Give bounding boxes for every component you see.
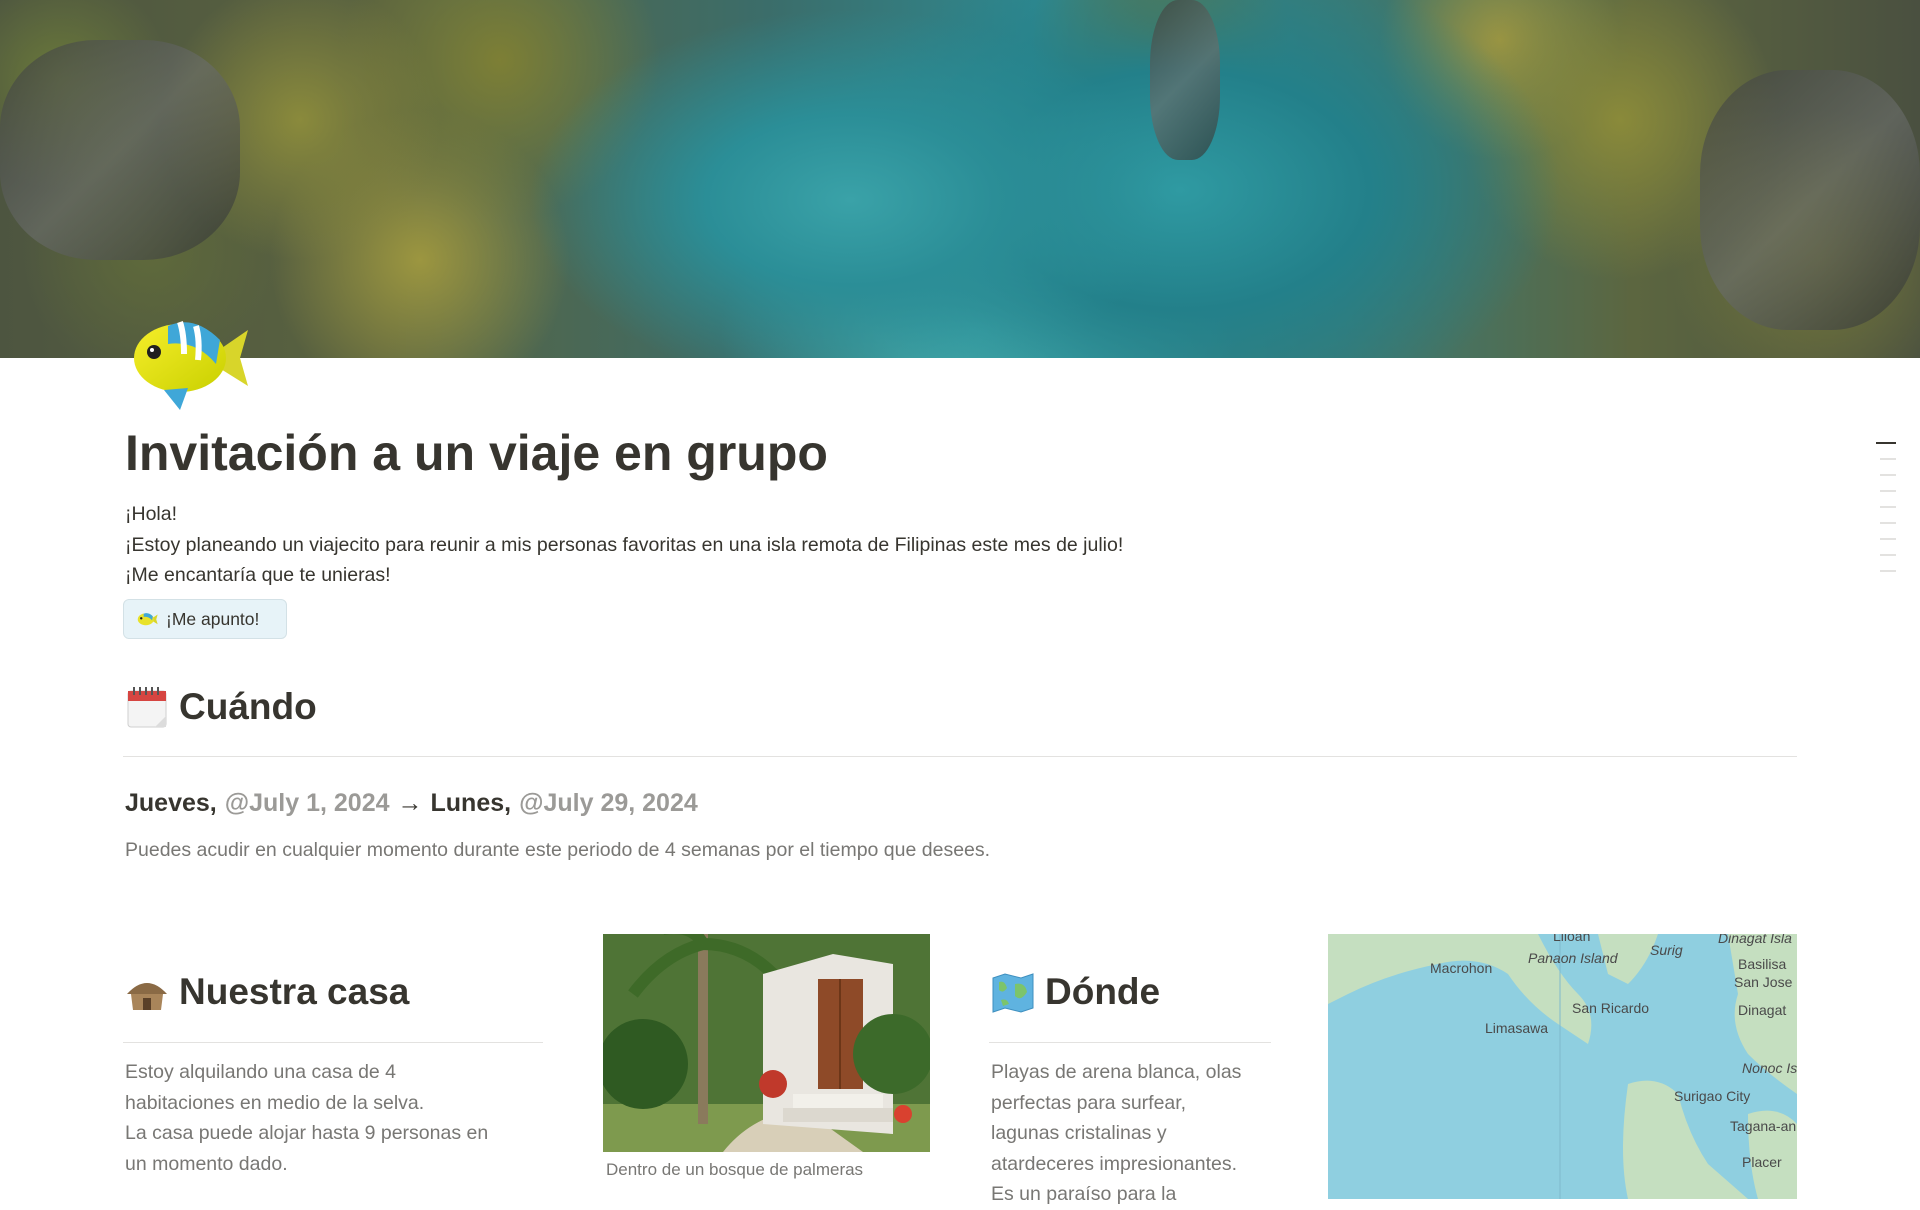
cover-rock: [1700, 70, 1920, 330]
intro-line: ¡Hola!: [125, 503, 178, 525]
when-heading-text: Cuándo: [179, 686, 317, 727]
house-text-line: La casa puede alojar hasta 9 personas en: [125, 1122, 489, 1144]
house-text: Estoy alquilando una casa de 4 habitacio…: [125, 1057, 488, 1179]
toc-item[interactable]: [1880, 490, 1896, 492]
map-label: Placer: [1742, 1154, 1782, 1170]
toc-item[interactable]: [1880, 506, 1896, 508]
where-heading-text: Dónde: [1045, 971, 1161, 1012]
where-text-line: lagunas cristalinas y: [991, 1122, 1167, 1144]
start-day: Jueves,: [125, 789, 217, 817]
tropical-fish-icon: [137, 613, 158, 626]
toc-item[interactable]: [1876, 442, 1896, 444]
where-text-line: atardeceres impresionantes.: [991, 1152, 1238, 1175]
where-heading: Dónde: [991, 970, 1160, 1014]
map-label: San Ricardo: [1572, 1000, 1650, 1016]
intro-text: ¡Hola! ¡Estoy planeando un viajecito par…: [125, 499, 1123, 591]
page-title: Invitación a un viaje en grupo: [125, 425, 828, 481]
map-label: Macrohon: [1430, 960, 1493, 976]
divider: [123, 756, 1797, 757]
divider: [123, 1042, 543, 1043]
hut-icon: [127, 983, 167, 1010]
cover-rock: [0, 40, 240, 260]
where-text-line: Es un paraíso para la: [991, 1183, 1177, 1205]
toc-item[interactable]: [1880, 522, 1896, 524]
toc-item[interactable]: [1880, 554, 1896, 556]
photo-caption: Dentro de un bosque de palmeras: [606, 1160, 864, 1179]
where-text-line: perfectas para surfear,: [991, 1091, 1187, 1114]
map-label: Surigao City: [1674, 1088, 1751, 1104]
arrow: →: [397, 789, 423, 817]
join-button[interactable]: ¡Me apunto!: [123, 599, 287, 639]
divider: [989, 1042, 1271, 1043]
when-note: Puedes acudir en cualquier momento duran…: [125, 839, 991, 861]
toc-item[interactable]: [1880, 538, 1896, 540]
map-label: San Jose: [1734, 974, 1793, 990]
table-of-contents[interactable]: [1876, 442, 1896, 586]
toc-item[interactable]: [1880, 474, 1896, 476]
tropical-fish-icon[interactable]: [124, 300, 250, 412]
map-label: Dinagat Isla: [1718, 934, 1792, 946]
map-label: Surig: [1650, 942, 1683, 958]
map-label: Liloan: [1553, 934, 1591, 944]
map-label: Nonoc Is: [1742, 1060, 1797, 1076]
join-button-label: ¡Me apunto!: [166, 608, 260, 629]
intro-line: ¡Me encantaría que te unieras!: [125, 564, 391, 586]
house-text-line: habitaciones en medio de la selva.: [125, 1091, 425, 1114]
intro-line: ¡Estoy planeando un viajecito para reuni…: [125, 533, 1124, 556]
map-embed[interactable]: Liloan Panaon Island Macrohon San Ricard…: [1328, 934, 1797, 1199]
map-label: Panaon Island: [1528, 950, 1618, 966]
house-text-line: un momento dado.: [125, 1152, 288, 1175]
end-date-mention[interactable]: @July 29, 2024: [519, 789, 698, 818]
house-heading-text: Nuestra casa: [179, 971, 410, 1012]
when-heading: Cuándo: [125, 685, 317, 729]
house-photo[interactable]: [603, 934, 930, 1152]
date-range: Jueves, @July 1, 2024 → Lunes, @July 29,…: [125, 789, 698, 818]
map-label: Basilisa: [1738, 956, 1787, 972]
map-label: Limasawa: [1485, 1020, 1549, 1036]
cover-rock: [1150, 0, 1220, 160]
toc-item[interactable]: [1880, 570, 1896, 572]
end-day: Lunes,: [430, 789, 512, 817]
spiral-calendar-icon: [127, 687, 167, 728]
where-text: Playas de arena blanca, olas perfectas p…: [991, 1057, 1241, 1210]
house-text-line: Estoy alquilando una casa de 4: [125, 1061, 397, 1083]
house-heading: Nuestra casa: [125, 970, 409, 1014]
map-label: Dinagat: [1738, 1002, 1787, 1018]
where-text-line: Playas de arena blanca, olas: [991, 1061, 1242, 1083]
world-map-icon: [992, 973, 1034, 1013]
start-date-mention[interactable]: @July 1, 2024: [225, 789, 390, 818]
cover-image: [0, 0, 1920, 358]
map-label: Tagana-an: [1730, 1118, 1797, 1134]
toc-item[interactable]: [1880, 458, 1896, 460]
